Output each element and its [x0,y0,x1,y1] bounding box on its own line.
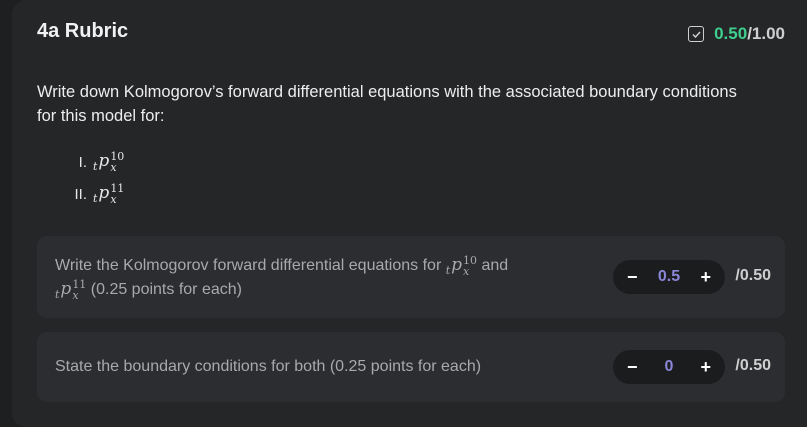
math-term: tp 11 x [93,182,125,206]
criterion-text: Write the Kolmogorov forward differentia… [55,253,509,302]
decrement-button[interactable]: − [627,357,638,378]
increment-button[interactable]: + [700,267,711,288]
score-stepper: − 0 + [613,350,725,384]
criterion-max: /0.50 [735,357,771,374]
criterion-max: /0.50 [735,267,771,284]
rubric-criterion: Write the Kolmogorov forward differentia… [37,236,785,318]
rubric-card: 4a Rubric 0.50 /1.00 Write down Kolmogor… [12,0,807,427]
score-stepper: − 0.5 + [613,260,725,294]
stepper-value[interactable]: 0 [665,358,674,376]
math-term: tp 10 x [93,150,125,174]
math-term: tp 11 x [55,277,87,302]
item-numeral: II. [74,185,87,203]
list-item: II. tp 11 x [67,178,124,210]
decrement-button[interactable]: − [627,267,638,288]
score-max: /1.00 [747,24,785,43]
score-display: 0.50 /1.00 [688,24,785,44]
question-items: I. tp 10 x II. tp 11 x [67,146,124,210]
item-numeral: I. [78,153,87,171]
stepper-value[interactable]: 0.5 [658,268,680,286]
math-term: tp 10 x [445,253,478,278]
criterion-text: State the boundary conditions for both (… [55,358,482,375]
checkbox-check-icon [688,26,705,42]
increment-button[interactable]: + [700,357,711,378]
question-prompt: Write down Kolmogorov’s forward differen… [37,83,737,125]
rubric-title: 4a Rubric [37,20,129,42]
list-item: I. tp 10 x [67,146,125,178]
score-value: 0.50 [714,24,748,43]
rubric-criterion: State the boundary conditions for both (… [37,332,785,402]
